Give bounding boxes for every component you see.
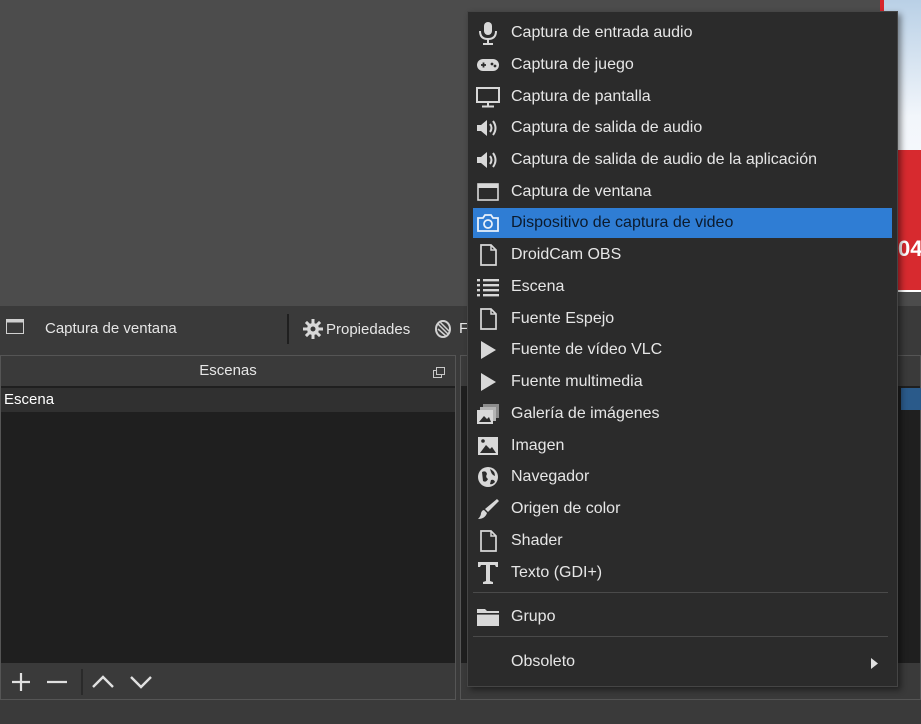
menu-item-display-capture[interactable]: Captura de pantalla	[473, 82, 892, 112]
toolbar-separator	[287, 314, 289, 344]
menu-item-color-source[interactable]: Origen de color	[473, 494, 892, 524]
preview-text: 04	[898, 236, 921, 261]
menu-item-deprecated[interactable]: Obsoleto	[473, 647, 892, 677]
menu-item-media-source[interactable]: Fuente multimedia	[473, 367, 892, 397]
gamepad-icon	[475, 52, 501, 78]
play-icon	[475, 369, 501, 395]
menu-item-image[interactable]: Imagen	[473, 431, 892, 461]
menu-item-label: Captura de salida de audio	[511, 119, 703, 136]
file-icon	[475, 242, 501, 268]
menu-item-game-capture[interactable]: Captura de juego	[473, 50, 892, 80]
menu-item-label: Galería de imágenes	[511, 405, 660, 422]
menu-item-text-gdi[interactable]: Texto (GDI+)	[473, 558, 892, 588]
monitor-icon	[475, 84, 501, 110]
folder-icon	[475, 604, 501, 630]
sources-selected-row[interactable]	[901, 388, 921, 410]
camera-icon	[475, 210, 501, 236]
gear-icon	[303, 319, 323, 339]
menu-item-label: Captura de pantalla	[511, 88, 651, 105]
menu-item-label: Fuente multimedia	[511, 373, 643, 390]
speaker-icon	[475, 115, 501, 141]
menu-item-label: Dispositivo de captura de video	[511, 214, 734, 231]
menu-item-label: Captura de salida de audio de la aplicac…	[511, 151, 817, 168]
scenes-dock: Escenas Escena	[0, 355, 456, 700]
menu-item-droidcam-obs[interactable]: DroidCam OBS	[473, 240, 892, 270]
add-source-context-menu: Captura de entrada audio Captura de jueg…	[467, 11, 898, 687]
properties-label: Propiedades	[326, 320, 411, 338]
file-icon	[475, 528, 501, 554]
menu-item-label: Fuente de vídeo VLC	[511, 341, 663, 358]
menu-item-label: DroidCam OBS	[511, 246, 622, 263]
brush-icon	[475, 496, 501, 522]
dock-float-icon[interactable]	[433, 365, 445, 383]
chevron-right-icon	[871, 656, 878, 674]
window-icon	[6, 319, 24, 334]
play-icon	[475, 337, 501, 363]
menu-item-label: Navegador	[511, 468, 590, 485]
menu-item-shader[interactable]: Shader	[473, 526, 892, 556]
menu-item-window-capture[interactable]: Captura de ventana	[473, 177, 892, 207]
selected-source-name: Captura de ventana	[45, 320, 177, 337]
menu-item-label: Origen de color	[511, 500, 621, 517]
microphone-icon	[475, 20, 501, 46]
menu-separator	[473, 636, 888, 637]
menu-item-vlc-video-source[interactable]: Fuente de vídeo VLC	[473, 335, 892, 365]
menu-item-audio-output-capture[interactable]: Captura de salida de audio	[473, 113, 892, 143]
menu-item-application-audio-capture[interactable]: Captura de salida de audio de la aplicac…	[473, 145, 892, 175]
scenes-dock-footer	[1, 663, 455, 699]
menu-item-label: Captura de ventana	[511, 183, 652, 200]
menu-item-video-capture-device[interactable]: Dispositivo de captura de video	[473, 208, 892, 238]
add-scene-button[interactable]	[8, 670, 34, 694]
image-icon	[475, 433, 501, 459]
window-icon	[475, 179, 501, 205]
scene-list-item[interactable]: Escena	[1, 388, 455, 412]
menu-item-group[interactable]: Grupo	[473, 602, 892, 632]
menu-item-label: Captura de juego	[511, 56, 634, 73]
menu-item-label: Texto (GDI+)	[511, 564, 603, 581]
menu-item-scene[interactable]: Escena	[473, 272, 892, 302]
gallery-icon	[475, 401, 501, 427]
filter-icon[interactable]	[434, 318, 458, 345]
menu-item-label: Captura de entrada audio	[511, 24, 693, 41]
list-icon	[475, 274, 501, 300]
file-icon	[475, 306, 501, 332]
menu-item-mirror-source[interactable]: Fuente Espejo	[473, 304, 892, 334]
move-scene-up-button[interactable]	[90, 670, 116, 694]
menu-item-audio-input-capture[interactable]: Captura de entrada audio	[473, 18, 892, 48]
menu-item-label: Escena	[511, 278, 565, 295]
remove-scene-button[interactable]	[44, 670, 70, 694]
scenes-dock-title: Escenas	[1, 356, 455, 386]
footer-separator	[81, 669, 83, 695]
menu-item-label: Shader	[511, 532, 563, 549]
menu-item-label: Obsoleto	[511, 653, 576, 670]
menu-item-label: Grupo	[511, 608, 556, 625]
menu-item-label: Imagen	[511, 437, 565, 454]
properties-button[interactable]: Propiedades	[302, 316, 410, 342]
menu-item-browser[interactable]: Navegador	[473, 462, 892, 492]
menu-item-image-slideshow[interactable]: Galería de imágenes	[473, 399, 892, 429]
menu-separator	[473, 592, 888, 593]
menu-item-label: Fuente Espejo	[511, 310, 615, 327]
speaker-icon	[475, 147, 501, 173]
text-icon	[475, 560, 501, 586]
globe-icon	[475, 464, 501, 490]
move-scene-down-button[interactable]	[128, 670, 154, 694]
